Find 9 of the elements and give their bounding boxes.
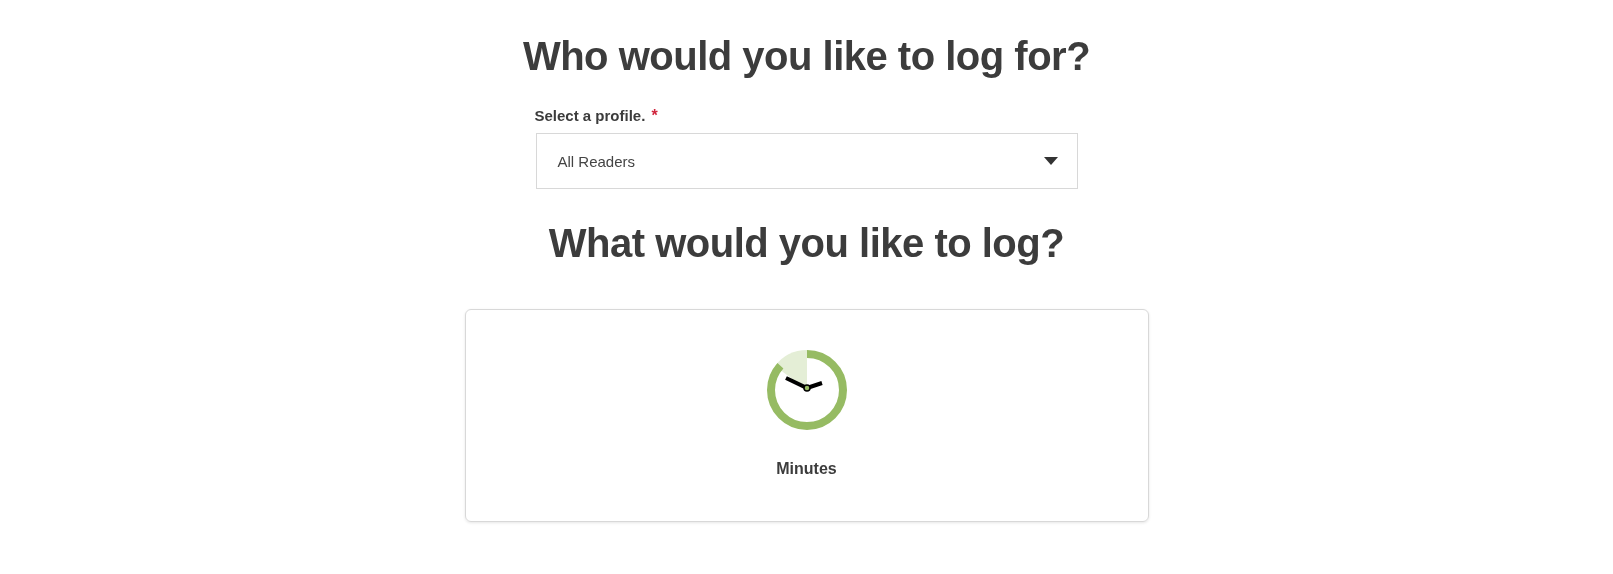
option-label: Minutes [776, 460, 837, 478]
page-heading: What would you like to log? [548, 220, 1065, 267]
clock-icon [764, 348, 849, 432]
log-option-card[interactable]: Minutes [464, 309, 1149, 522]
field-label: Select a profile. [534, 107, 646, 124]
page-heading: Who would you like to log for? [522, 33, 1091, 80]
profile-dropdown[interactable]: All Readers [535, 133, 1078, 189]
required-mark: * [651, 107, 658, 125]
caret-icon [1043, 157, 1058, 165]
